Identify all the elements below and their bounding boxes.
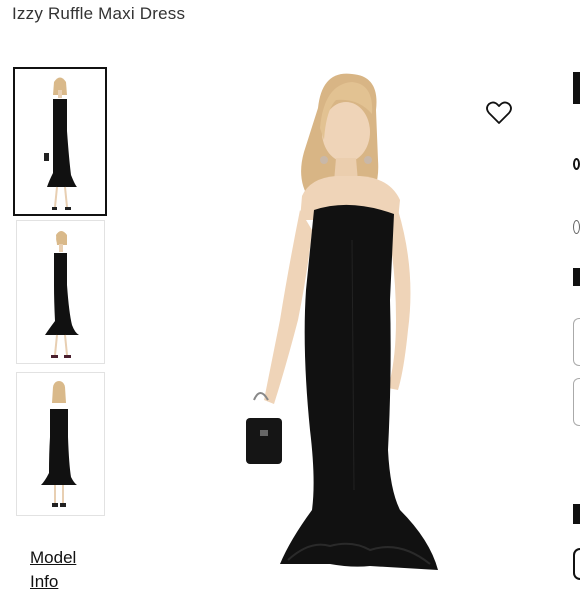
clipped-heading-fragment xyxy=(573,72,580,104)
thumbnail-back[interactable] xyxy=(16,372,105,516)
thumbnail-side-image xyxy=(17,221,104,363)
thumbnail-front-image xyxy=(15,69,105,214)
clipped-info-fragment xyxy=(573,220,580,234)
clipped-option-box-1[interactable] xyxy=(573,318,580,366)
clipped-heading-fragment-2 xyxy=(573,504,580,524)
main-product-image xyxy=(240,70,500,580)
product-title: Izzy Ruffle Maxi Dress xyxy=(12,4,186,23)
clipped-circle-fragment xyxy=(573,158,580,170)
clipped-option-box-2[interactable] xyxy=(573,378,580,426)
favorite-heart-icon[interactable] xyxy=(486,101,512,125)
model-info-link[interactable]: Model Info xyxy=(30,546,90,594)
clipped-button-fragment[interactable] xyxy=(573,548,580,580)
clipped-accent-fragment xyxy=(573,188,580,202)
clipped-section-heading-fragment xyxy=(573,268,580,286)
thumbnail-side[interactable] xyxy=(16,220,105,364)
clipped-text-fragment xyxy=(573,124,579,134)
thumbnail-front[interactable] xyxy=(13,67,107,216)
thumbnail-back-image xyxy=(17,373,104,515)
